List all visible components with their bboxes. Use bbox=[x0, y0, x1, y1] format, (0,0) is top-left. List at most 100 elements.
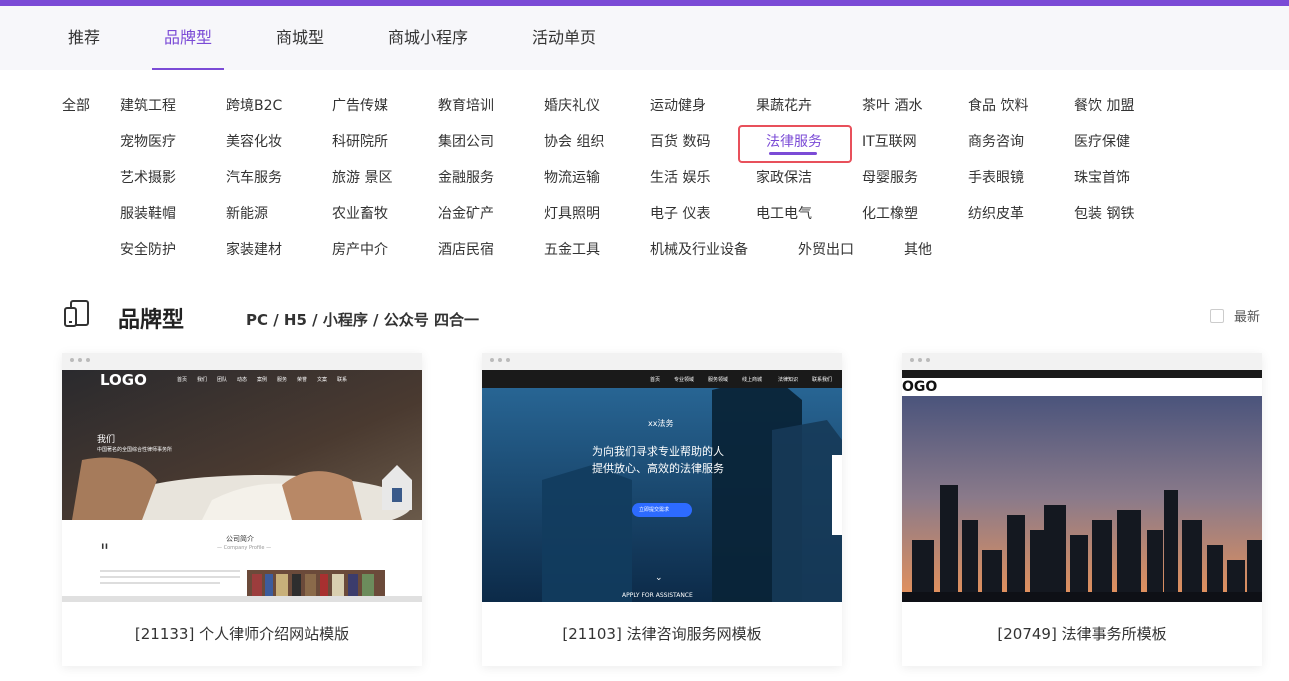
filter-item[interactable]: 教育培训 bbox=[438, 96, 494, 116]
template-nav-item: 荣誉 bbox=[297, 377, 308, 383]
template-nav-item: 服务 bbox=[277, 377, 288, 383]
filter-item[interactable]: 集团公司 bbox=[438, 132, 494, 152]
newest-label: 最新 bbox=[1234, 310, 1261, 325]
filter-item[interactable]: 果蔬花卉 bbox=[756, 96, 812, 116]
filter-item[interactable]: 珠宝首饰 bbox=[1074, 168, 1130, 188]
section-subtitle: PC / H5 / 小程序 / 公众号 四合一 bbox=[246, 311, 479, 329]
template-caption[interactable]: [21133] 个人律师介绍网站模版 bbox=[62, 602, 422, 666]
filter-item[interactable]: 宠物医疗 bbox=[120, 132, 176, 152]
template-logo: LOGO bbox=[100, 371, 147, 389]
template-nav-item: 动态 bbox=[237, 377, 248, 383]
filter-item[interactable]: 协会 组织 bbox=[544, 132, 604, 152]
template-nav-item: 文案 bbox=[317, 377, 328, 383]
filter-item[interactable]: 商务咨询 bbox=[968, 132, 1024, 152]
template-caption[interactable]: [20749] 法律事务所模板 bbox=[902, 602, 1262, 666]
newest-toggle[interactable]: 最新 bbox=[1210, 306, 1260, 325]
filter-item[interactable]: 灯具照明 bbox=[544, 204, 600, 224]
filter-item[interactable]: 运动健身 bbox=[650, 96, 706, 116]
section-title: 品牌型 bbox=[118, 308, 185, 333]
template-subheading: 中国著名的全国综合性律师事务所 bbox=[97, 447, 173, 453]
template-nav-item: 法律知识 bbox=[778, 377, 799, 383]
filter-item[interactable]: 婚庆礼仪 bbox=[544, 96, 600, 116]
intro-subtitle: — Company Profile — bbox=[217, 545, 272, 551]
filter-item[interactable]: 家政保洁 bbox=[756, 168, 812, 188]
filter-item[interactable]: 酒店民宿 bbox=[438, 240, 494, 260]
filter-item[interactable]: 广告传媒 bbox=[332, 96, 388, 116]
selected-filter-highlight bbox=[738, 125, 852, 163]
filter-item[interactable]: 建筑工程 bbox=[120, 96, 176, 116]
filter-item[interactable]: IT互联网 bbox=[862, 132, 917, 152]
template-logo: OGO bbox=[902, 379, 938, 395]
template-nav-item: 联系 bbox=[337, 377, 348, 383]
filter-item[interactable]: 外贸出口 bbox=[798, 240, 854, 260]
filter-item[interactable]: 母婴服务 bbox=[862, 168, 918, 188]
filter-item[interactable]: 化工橡塑 bbox=[862, 204, 918, 224]
newest-checkbox[interactable] bbox=[1210, 308, 1224, 323]
filter-item[interactable]: 新能源 bbox=[226, 204, 268, 224]
selected-filter-underline bbox=[769, 152, 817, 155]
template-preview: 首页 专业领域 服务领域 线上商城 法律知识 联系我们 xx法务 为向我们寻求专业帮助的人… bbox=[482, 370, 842, 602]
tab-mall-miniprogram[interactable]: 商城小程序 bbox=[388, 6, 468, 70]
filter-item[interactable]: 金融服务 bbox=[438, 168, 494, 188]
filter-item[interactable]: 房产中介 bbox=[332, 240, 388, 260]
template-headline-2: 提供放心、高效的法律服务 bbox=[592, 462, 724, 475]
template-nav-item: 团队 bbox=[217, 377, 228, 383]
filter-item[interactable]: 冶金矿产 bbox=[438, 204, 494, 224]
tab-mall[interactable]: 商城型 bbox=[276, 6, 324, 70]
filter-all[interactable]: 全部 bbox=[62, 96, 90, 116]
filter-item[interactable]: 美容化妆 bbox=[226, 132, 282, 152]
device-icon bbox=[64, 300, 89, 327]
filter-item[interactable]: 电子 仪表 bbox=[650, 204, 710, 224]
window-dots bbox=[482, 353, 842, 370]
filter-item[interactable]: 农业畜牧 bbox=[332, 204, 388, 224]
filter-item[interactable]: 百货 数码 bbox=[650, 132, 710, 152]
template-card[interactable]: 首页 专业领域 服务领域 线上商城 法律知识 联系我们 xx法务 为向我们寻求专业帮助的人… bbox=[482, 353, 842, 666]
filter-item[interactable]: 汽车服务 bbox=[226, 168, 282, 188]
filter-item[interactable]: 家装建材 bbox=[226, 240, 282, 260]
tab-brand[interactable]: 品牌型 bbox=[151, 6, 225, 70]
template-nav-item: 专业领域 bbox=[674, 377, 695, 383]
window-dots bbox=[62, 353, 422, 370]
tab-recommend[interactable]: 推荐 bbox=[68, 6, 100, 70]
template-nav-item: 联系我们 bbox=[812, 377, 833, 383]
template-footer-text: APPLY FOR ASSISTANCE bbox=[622, 592, 693, 599]
filter-item[interactable]: 手表眼镜 bbox=[968, 168, 1024, 188]
template-preview: OGO bbox=[902, 370, 1262, 602]
template-card[interactable]: " LOGO 首页 我们 团队 动态 案例 服务 荣誉 文案 联系 我们 中国著名的全国综合性律… bbox=[62, 353, 422, 666]
template-nav-item: 首页 bbox=[177, 377, 188, 383]
template-card[interactable]: OGO [20749] 法律事务所模板 bbox=[902, 353, 1262, 666]
filter-item[interactable]: 其他 bbox=[904, 240, 932, 260]
filter-item[interactable]: 餐饮 加盟 bbox=[1074, 96, 1134, 116]
filter-item[interactable]: 安全防护 bbox=[120, 240, 176, 260]
template-nav-item: 首页 bbox=[650, 377, 661, 383]
filter-item[interactable]: 服装鞋帽 bbox=[120, 204, 176, 224]
filter-item[interactable]: 旅游 景区 bbox=[332, 168, 392, 188]
filter-item[interactable]: 生活 娱乐 bbox=[650, 168, 710, 188]
filter-item[interactable]: 医疗保健 bbox=[1074, 132, 1130, 152]
svg-text:": " bbox=[100, 539, 109, 563]
template-cta-button: 立即提交需求 bbox=[639, 507, 670, 513]
filter-item[interactable]: 包装 钢铁 bbox=[1074, 204, 1134, 224]
window-dots bbox=[902, 353, 1262, 370]
chevron-down-icon: ⌄ bbox=[655, 573, 663, 583]
filter-item[interactable]: 艺术摄影 bbox=[120, 168, 176, 188]
template-brand: xx法务 bbox=[648, 419, 674, 428]
template-caption[interactable]: [21103] 法律咨询服务网模板 bbox=[482, 602, 842, 666]
filter-item[interactable]: 物流运输 bbox=[544, 168, 600, 188]
filter-item[interactable]: 科研院所 bbox=[332, 132, 388, 152]
template-nav-item: 服务领域 bbox=[708, 377, 729, 383]
category-tabs: 推荐 品牌型 商城型 商城小程序 活动单页 bbox=[0, 6, 1289, 70]
filter-item[interactable]: 纺织皮革 bbox=[968, 204, 1024, 224]
filter-item[interactable]: 机械及行业设备 bbox=[650, 240, 748, 260]
intro-title: 公司简介 bbox=[226, 535, 254, 543]
template-nav-item: 我们 bbox=[197, 377, 208, 383]
tab-campaign-page[interactable]: 活动单页 bbox=[532, 6, 596, 70]
filter-item[interactable]: 食品 饮料 bbox=[968, 96, 1028, 116]
template-preview: " LOGO 首页 我们 团队 动态 案例 服务 荣誉 文案 联系 我们 中国著名的全国综合性律… bbox=[62, 370, 422, 602]
filter-item[interactable]: 电工电气 bbox=[756, 204, 812, 224]
filter-item[interactable]: 跨境B2C bbox=[226, 96, 282, 116]
filter-item[interactable]: 茶叶 酒水 bbox=[862, 96, 922, 116]
filter-item[interactable]: 五金工具 bbox=[544, 240, 600, 260]
template-nav-item: 案例 bbox=[257, 377, 268, 383]
template-heading: 我们 bbox=[97, 435, 116, 445]
